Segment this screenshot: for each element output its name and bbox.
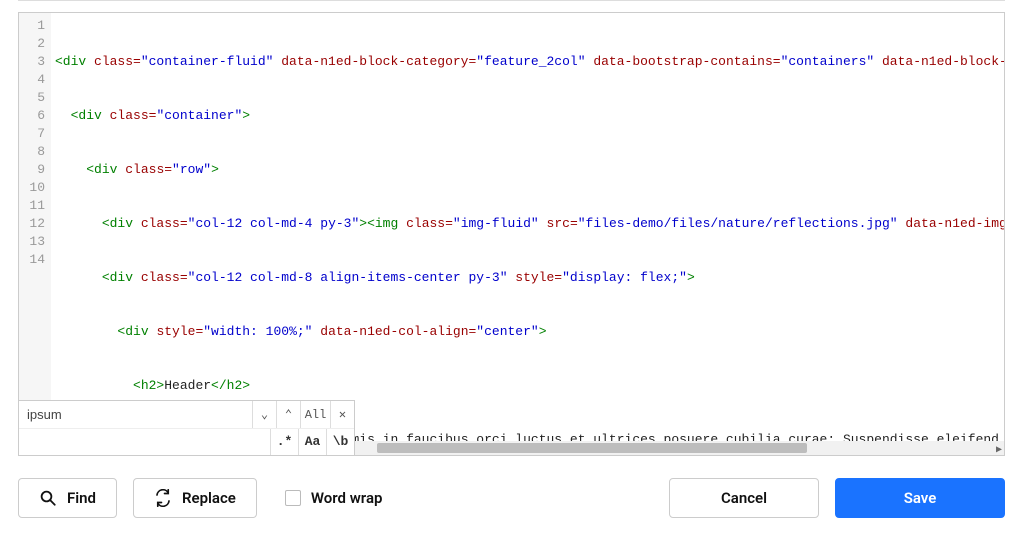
- horizontal-scrollbar[interactable]: ▶: [355, 441, 1004, 455]
- replace-icon: [154, 489, 172, 507]
- line-number: 11: [19, 197, 45, 215]
- checkbox-icon: [285, 490, 301, 506]
- line-number: 4: [19, 71, 45, 89]
- regex-toggle[interactable]: .*: [270, 429, 298, 455]
- line-number: 14: [19, 251, 45, 269]
- search-icon: [39, 489, 57, 507]
- save-button[interactable]: Save: [835, 478, 1005, 518]
- scroll-right-icon[interactable]: ▶: [996, 442, 1002, 456]
- find-all-label: All: [305, 406, 327, 424]
- find-input[interactable]: [19, 401, 252, 428]
- word-wrap-checkbox[interactable]: Word wrap: [285, 489, 383, 507]
- line-number: 9: [19, 161, 45, 179]
- close-icon: ✕: [339, 406, 346, 424]
- replace-button[interactable]: Replace: [133, 478, 257, 518]
- case-sensitive-toggle[interactable]: Aa: [298, 429, 326, 455]
- find-close-button[interactable]: ✕: [330, 401, 354, 428]
- save-button-label: Save: [904, 489, 937, 507]
- cancel-button[interactable]: Cancel: [669, 478, 819, 518]
- replace-button-label: Replace: [182, 489, 236, 507]
- whole-word-toggle[interactable]: \b: [326, 429, 354, 455]
- find-panel: ⌄ ⌃ All ✕ .* Aa \b: [19, 400, 355, 455]
- line-number: 12: [19, 215, 45, 233]
- line-number: 6: [19, 107, 45, 125]
- bottom-toolbar: Find Replace Word wrap Cancel Save: [18, 476, 1005, 520]
- chevron-up-icon: ⌃: [285, 406, 292, 424]
- line-number: 13: [19, 233, 45, 251]
- find-next-button[interactable]: ⌄: [252, 401, 276, 428]
- word-wrap-label: Word wrap: [311, 489, 383, 507]
- line-number: 5: [19, 89, 45, 107]
- line-number: 7: [19, 125, 45, 143]
- find-all-button[interactable]: All: [300, 401, 330, 428]
- chevron-down-icon: ⌄: [261, 406, 268, 424]
- code-editor[interactable]: 1 2 3 4 5 6 7 8 9 10 11 12 13 14 <div cl…: [18, 12, 1005, 456]
- line-number: 10: [19, 179, 45, 197]
- line-number: 1: [19, 17, 45, 35]
- line-number-gutter: 1 2 3 4 5 6 7 8 9 10 11 12 13 14: [19, 13, 51, 455]
- find-prev-button[interactable]: ⌃: [276, 401, 300, 428]
- line-number: 2: [19, 35, 45, 53]
- line-number: 8: [19, 143, 45, 161]
- find-button-label: Find: [67, 489, 96, 507]
- find-button[interactable]: Find: [18, 478, 117, 518]
- line-number: 3: [19, 53, 45, 71]
- code-content[interactable]: <div class="container-fluid" data-n1ed-b…: [51, 13, 1004, 456]
- scrollbar-thumb[interactable]: [377, 443, 807, 453]
- cancel-button-label: Cancel: [721, 489, 767, 507]
